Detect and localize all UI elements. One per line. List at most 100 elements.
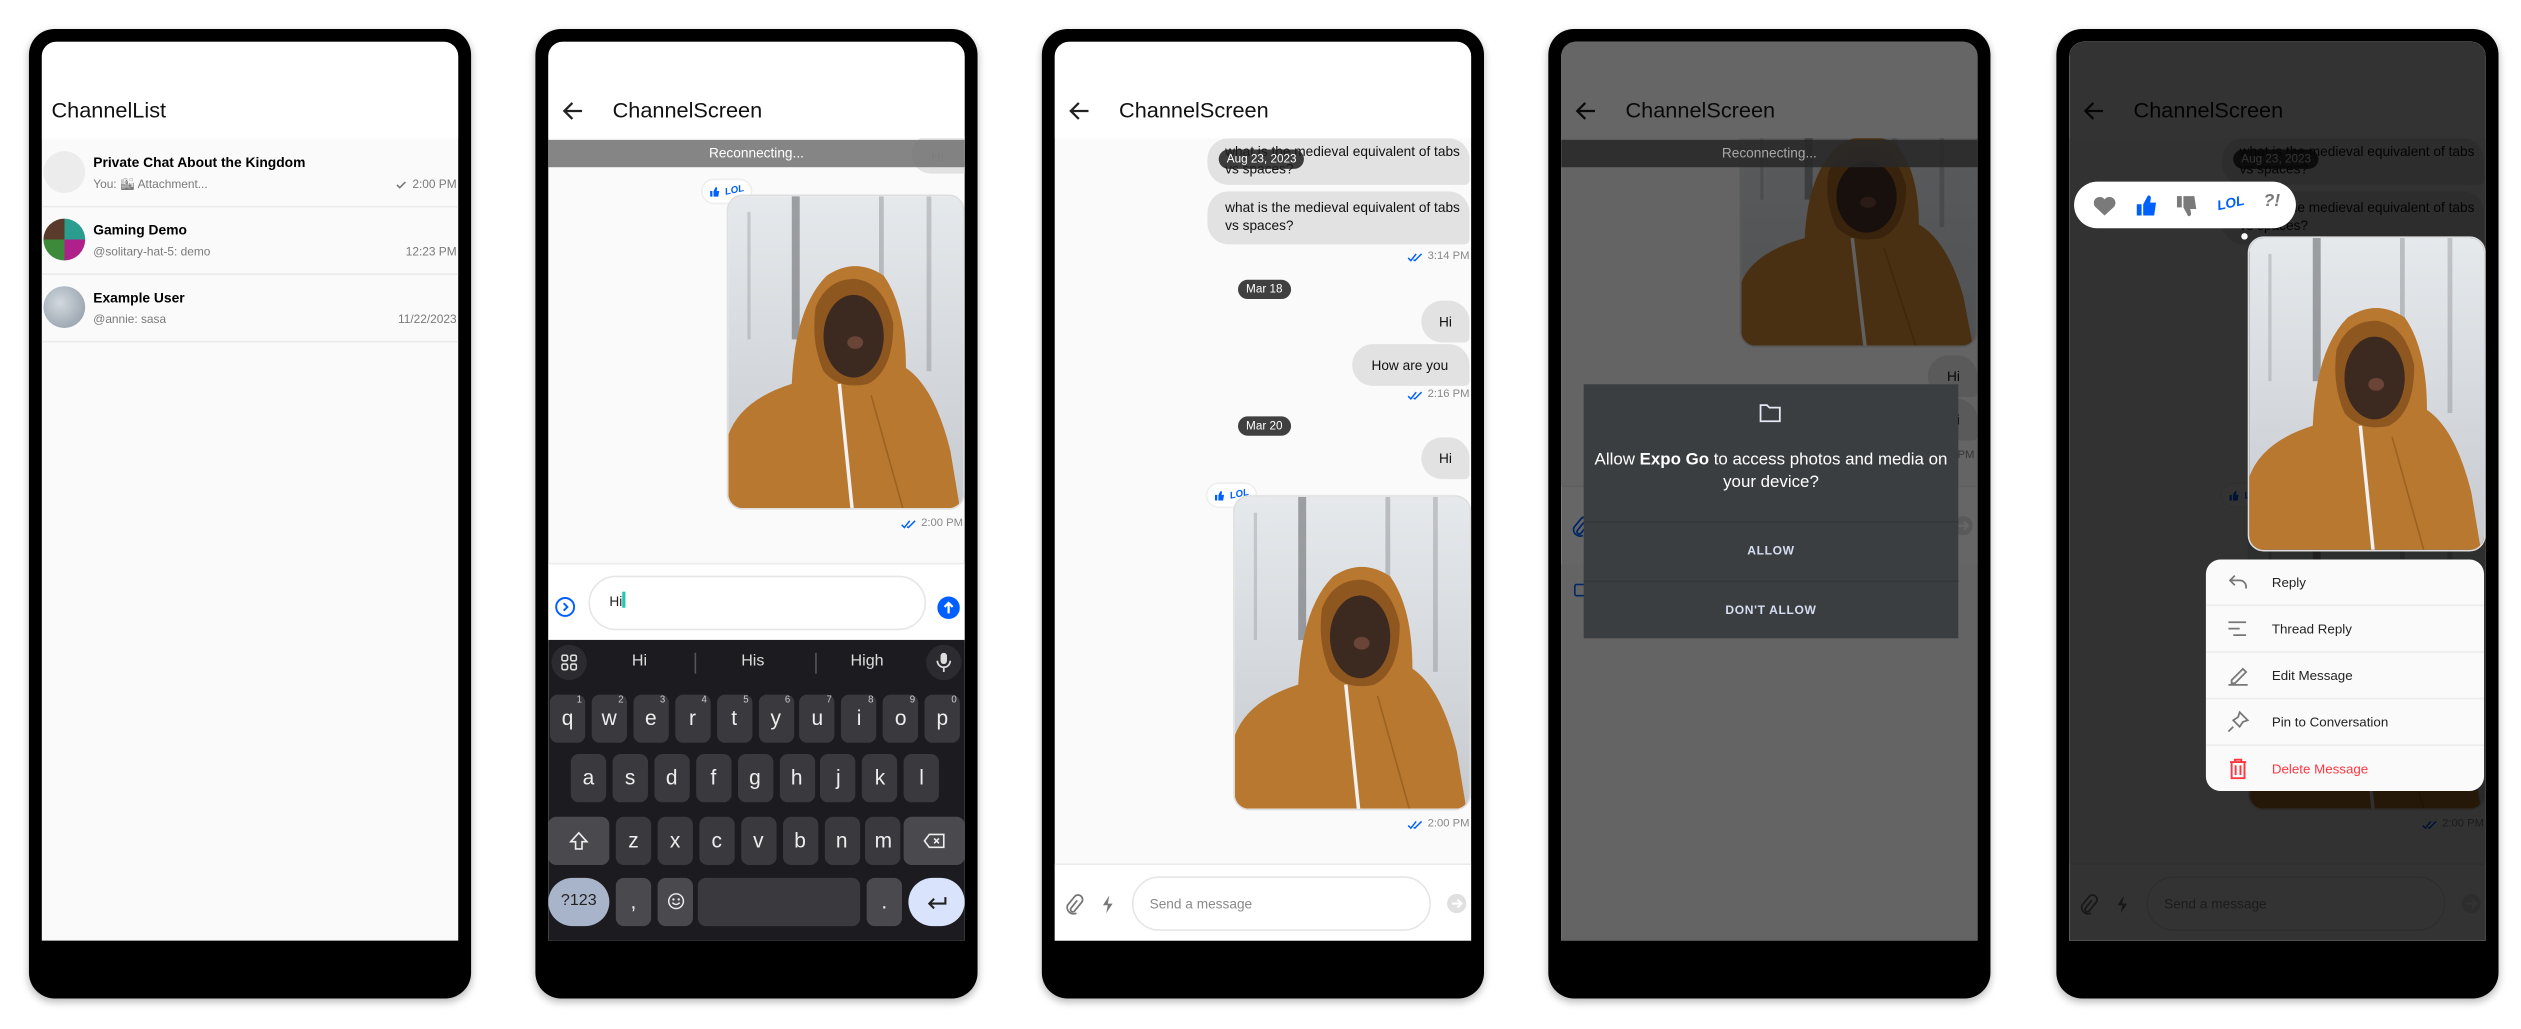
key-label: p <box>936 705 949 730</box>
back-arrow-icon[interactable] <box>561 100 584 123</box>
send-button[interactable] <box>1447 893 1467 914</box>
key-f[interactable]: f <box>695 754 732 803</box>
time-text: 2:00 PM <box>921 517 964 529</box>
key-i[interactable]: i8 <box>841 694 877 743</box>
period-key[interactable]: . <box>866 877 902 927</box>
key-z[interactable]: z <box>615 816 652 865</box>
paperclip-icon[interactable] <box>1064 894 1084 915</box>
menu-item-thread[interactable]: Thread Reply <box>2205 606 2485 653</box>
menu-item-label: Pin to Conversation <box>2271 713 2389 730</box>
key-y[interactable]: y6 <box>758 694 794 743</box>
key-t[interactable]: t5 <box>716 694 752 743</box>
suggestion-3[interactable]: High <box>851 640 884 685</box>
channel-row[interactable]: Private Chat About the Kingdom You: 🏙 Att… <box>41 138 459 208</box>
key-d[interactable]: d <box>654 754 690 803</box>
suggestion-2[interactable]: His <box>741 640 764 685</box>
key-h[interactable]: h <box>778 754 815 803</box>
date-separator: Mar 18 <box>1238 279 1291 300</box>
double-check-icon <box>1407 820 1422 829</box>
message-bubble[interactable]: Hi <box>1421 437 1470 480</box>
key-w[interactable]: w2 <box>591 694 627 743</box>
key-label: i <box>856 705 862 730</box>
message-bubble[interactable]: Hi <box>1421 300 1470 343</box>
send-button[interactable] <box>937 596 960 620</box>
emoji-key[interactable] <box>657 877 693 927</box>
key-v[interactable]: v <box>740 816 777 865</box>
input-placeholder: Send a message <box>1149 895 1253 912</box>
back-arrow-icon[interactable] <box>1574 100 1597 123</box>
space-key[interactable] <box>697 877 861 927</box>
keyboard-menu-button[interactable] <box>551 644 587 681</box>
key-r[interactable]: r4 <box>674 694 711 743</box>
chat-screen: what is the medieval equivalent of tabs … <box>2069 41 2486 941</box>
key-c[interactable]: c <box>699 816 735 865</box>
dont-allow-button[interactable]: DON'T ALLOW <box>1583 580 1959 639</box>
wow-icon[interactable]: ?! <box>2259 191 2285 217</box>
message-input[interactable]: Hi <box>588 575 927 631</box>
chat-screen: Hi Hi PM ChannelScreen Reconnecting... A… <box>1561 41 1978 941</box>
lol-icon[interactable]: LOL <box>2213 191 2250 223</box>
message-input[interactable]: Send a message <box>1131 876 1431 931</box>
key-l[interactable]: l <box>903 754 940 803</box>
allow-button[interactable]: ALLOW <box>1583 520 1959 580</box>
expand-chevron-icon[interactable] <box>555 596 576 617</box>
key-k[interactable]: k <box>862 754 898 803</box>
time-text: 12:23 PM <box>405 244 457 259</box>
menu-item-trash[interactable]: Delete Message <box>2206 746 2484 791</box>
picker-tail <box>2241 233 2248 240</box>
menu-item-label: Delete Message <box>2271 760 2369 777</box>
key-number-hint: 1 <box>576 696 583 706</box>
channel-row[interactable]: Example User @annie: sasa 11/22/2023 <box>41 273 459 343</box>
image-attachment[interactable] <box>726 194 965 510</box>
numbers-key[interactable]: ?123 <box>548 877 610 927</box>
header: ChannelScreen <box>548 41 965 139</box>
message-bubble[interactable]: How are you <box>1352 344 1470 386</box>
key-g[interactable]: g <box>737 754 773 803</box>
suggestion-1[interactable]: Hi <box>632 640 647 685</box>
key-a[interactable]: a <box>570 754 607 803</box>
menu-item-reply[interactable]: Reply <box>2205 560 2485 607</box>
key-p[interactable]: p0 <box>924 694 961 743</box>
key-x[interactable]: x <box>657 816 693 865</box>
header: ChannelScreen <box>1054 41 1472 139</box>
reaction-picker: LOL ?! <box>2074 181 2296 229</box>
voice-input-button[interactable] <box>926 644 962 681</box>
backspace-key[interactable] <box>903 816 965 865</box>
lightning-icon[interactable] <box>1101 895 1114 914</box>
heart-icon[interactable] <box>2092 193 2118 219</box>
key-q[interactable]: q1 <box>549 694 586 743</box>
connection-status-banner: Reconnecting... <box>548 139 965 168</box>
key-label: o <box>894 705 907 730</box>
chat-screen: what is the medieval equivalent of tabs … <box>1054 41 1472 941</box>
menu-item-pin[interactable]: Pin to Conversation <box>2205 699 2485 747</box>
thumbs-up-icon[interactable] <box>2134 193 2160 219</box>
back-arrow-icon[interactable] <box>1068 100 1091 123</box>
app-name: Expo Go <box>1639 450 1710 470</box>
comma-key[interactable]: , <box>615 877 652 927</box>
channel-row[interactable]: Gaming Demo @solitary-hat-5: demo 12:23 PM <box>41 206 459 275</box>
time-text: 3:14 PM <box>1427 250 1470 263</box>
backspace-icon <box>923 833 945 849</box>
menu-item-label: Reply <box>2271 573 2306 591</box>
connection-status-banner: Reconnecting... <box>1561 139 1978 168</box>
selected-image-message[interactable] <box>2247 236 2486 552</box>
key-o[interactable]: o9 <box>882 694 919 743</box>
key-u[interactable]: u7 <box>799 694 836 743</box>
last-message-preview: You: 🏙 Attachment... <box>93 176 208 192</box>
key-e[interactable]: e3 <box>633 694 669 743</box>
key-n[interactable]: n <box>823 816 860 865</box>
thumbs-down-icon[interactable] <box>2174 193 2200 219</box>
image-attachment[interactable] <box>1233 495 1472 811</box>
text-cursor <box>622 591 625 608</box>
page-title: ChannelScreen <box>1119 98 1269 123</box>
key-b[interactable]: b <box>782 816 818 865</box>
key-j[interactable]: j <box>820 754 856 803</box>
page-title: ChannelScreen <box>612 98 763 123</box>
enter-key[interactable] <box>908 877 965 927</box>
key-s[interactable]: s <box>612 754 648 803</box>
chat-screen: Hi ChannelScreen Reconnecting... LOL 2:0… <box>548 41 965 941</box>
menu-item-edit[interactable]: Edit Message <box>2205 653 2485 700</box>
message-bubble[interactable]: what is the medieval equivalent of tabs … <box>1207 191 1470 245</box>
key-m[interactable]: m <box>865 816 901 865</box>
shift-key[interactable] <box>548 816 610 865</box>
